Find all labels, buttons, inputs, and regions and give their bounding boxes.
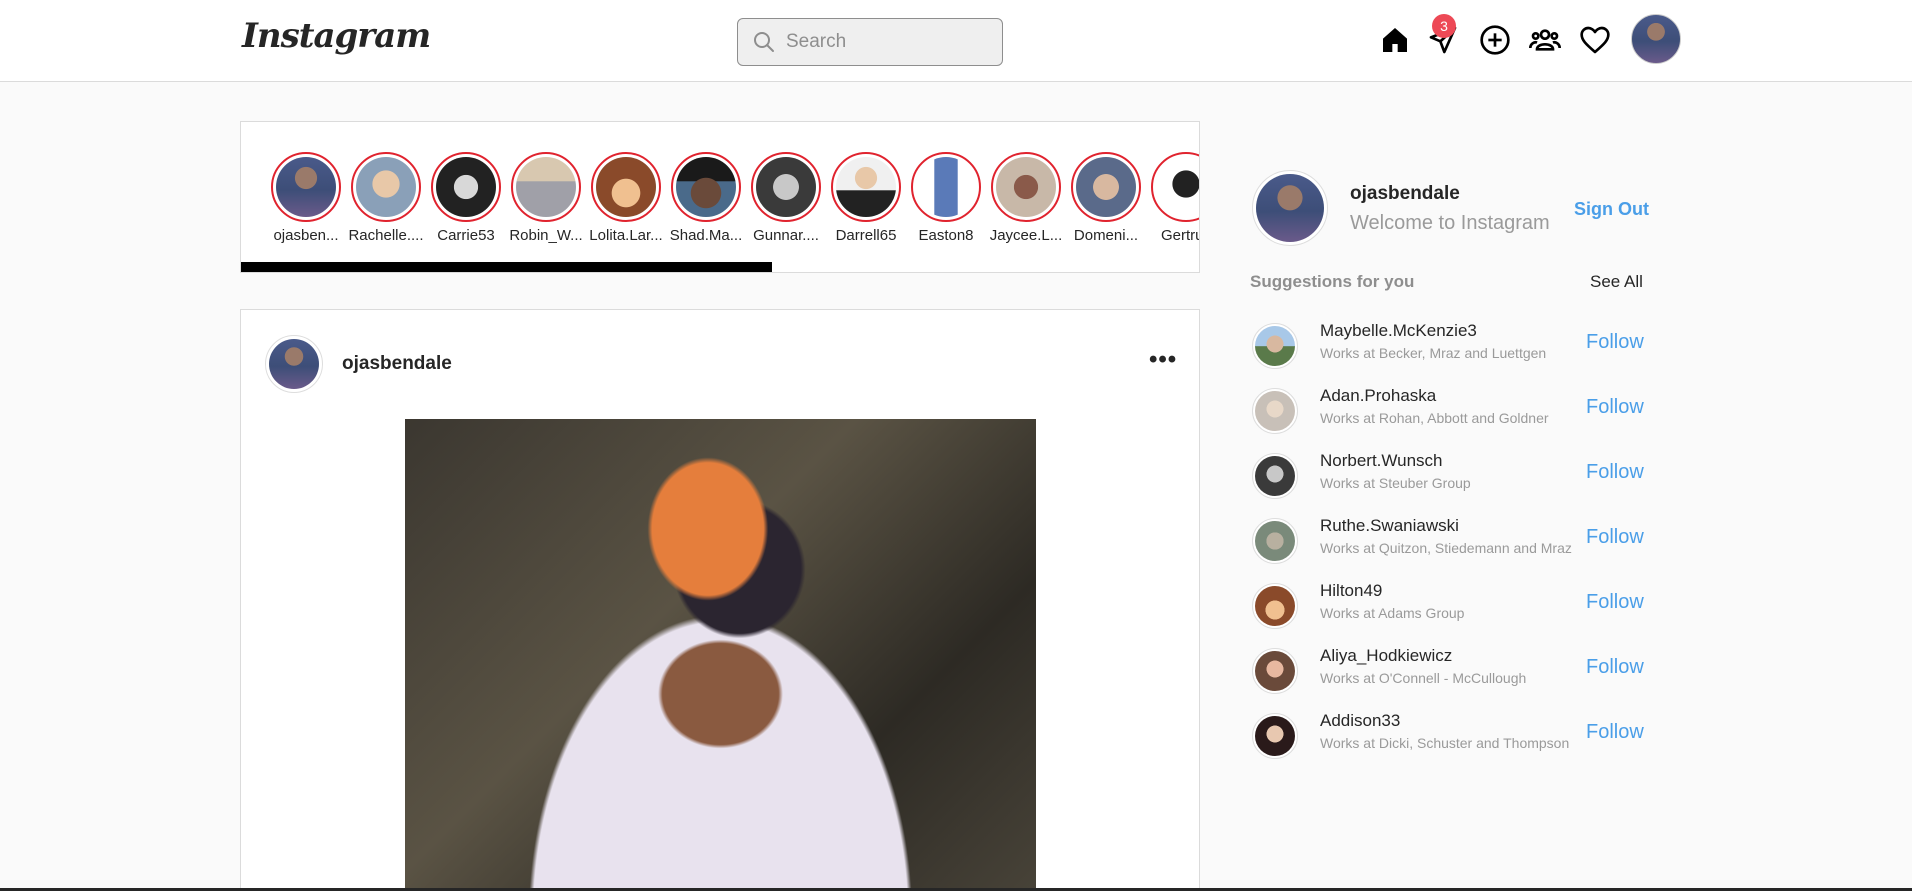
suggestion-avatar[interactable] bbox=[1252, 713, 1298, 759]
stories-scrollbar[interactable] bbox=[241, 262, 772, 272]
story-username: Darrell65 bbox=[835, 227, 897, 244]
suggestion-subtitle: Works at Dicki, Schuster and Thompson bbox=[1320, 735, 1570, 751]
suggestion-avatar[interactable] bbox=[1252, 648, 1298, 694]
suggestion-avatar[interactable] bbox=[1252, 518, 1298, 564]
story-avatar bbox=[756, 157, 816, 217]
suggestion-item: Aliya_Hodkiewicz Works at O'Connell - Mc… bbox=[1252, 646, 1652, 696]
story-avatar bbox=[516, 157, 576, 217]
suggestion-subtitle: Works at Steuber Group bbox=[1320, 475, 1471, 491]
suggestion-item: Hilton49 Works at Adams Group Follow bbox=[1252, 581, 1652, 631]
story-avatar bbox=[1076, 157, 1136, 217]
follow-button[interactable]: Follow bbox=[1586, 721, 1644, 744]
feed-post: ojasbendale ••• bbox=[240, 309, 1200, 891]
suggestion-item: Addison33 Works at Dicki, Schuster and T… bbox=[1252, 711, 1652, 761]
suggestion-username[interactable]: Aliya_Hodkiewicz bbox=[1320, 646, 1452, 666]
story-avatar bbox=[1156, 157, 1199, 217]
suggestions-title: Suggestions for you bbox=[1250, 272, 1415, 291]
instagram-logo[interactable]: Instagram bbox=[242, 16, 431, 56]
story-avatar bbox=[916, 157, 976, 217]
suggestion-avatar[interactable] bbox=[1252, 583, 1298, 629]
story-username: Lolita.Lar... bbox=[589, 227, 663, 244]
story-username: Easton8 bbox=[918, 227, 974, 244]
suggestion-subtitle: Works at Becker, Mraz and Luettgen bbox=[1320, 345, 1547, 361]
search-box[interactable] bbox=[737, 18, 1003, 66]
story-username: Robin_W... bbox=[509, 227, 583, 244]
story-username: ojasben... bbox=[273, 227, 339, 244]
heart-icon[interactable] bbox=[1579, 24, 1611, 56]
current-user-avatar[interactable] bbox=[1252, 170, 1328, 246]
follow-button[interactable]: Follow bbox=[1586, 656, 1644, 679]
suggestion-username[interactable]: Norbert.Wunsch bbox=[1320, 451, 1443, 471]
story-item[interactable]: Shad.Ma... bbox=[669, 152, 743, 244]
suggestion-item: Maybelle.McKenzie3 Works at Becker, Mraz… bbox=[1252, 321, 1652, 371]
suggestion-avatar[interactable] bbox=[1252, 323, 1298, 369]
suggestion-item: Norbert.Wunsch Works at Steuber Group Fo… bbox=[1252, 451, 1652, 501]
suggestion-item: Adan.Prohaska Works at Rohan, Abbott and… bbox=[1252, 386, 1652, 436]
story-avatar bbox=[996, 157, 1056, 217]
suggestion-subtitle: Works at Adams Group bbox=[1320, 605, 1465, 621]
story-item[interactable]: Gertruc bbox=[1149, 152, 1199, 244]
search-input[interactable] bbox=[786, 31, 986, 53]
suggestion-username[interactable]: Ruthe.Swaniawski bbox=[1320, 516, 1459, 536]
follow-button[interactable]: Follow bbox=[1586, 396, 1644, 419]
story-username: Rachelle.... bbox=[348, 227, 424, 244]
follow-button[interactable]: Follow bbox=[1586, 331, 1644, 354]
messages-badge: 3 bbox=[1432, 14, 1456, 38]
follow-button[interactable]: Follow bbox=[1586, 526, 1644, 549]
story-username: Gertruc bbox=[1160, 227, 1199, 244]
profile-avatar[interactable] bbox=[1631, 14, 1681, 64]
home-icon[interactable] bbox=[1379, 24, 1411, 56]
welcome-text: Welcome to Instagram bbox=[1350, 212, 1550, 234]
story-avatar bbox=[356, 157, 416, 217]
suggestion-item: Ruthe.Swaniawski Works at Quitzon, Stied… bbox=[1252, 516, 1652, 566]
current-username[interactable]: ojasbendale bbox=[1350, 183, 1460, 205]
story-avatar bbox=[836, 157, 896, 217]
search-icon bbox=[754, 32, 774, 52]
more-options-icon[interactable]: ••• bbox=[1149, 348, 1177, 372]
sign-out-button[interactable]: Sign Out bbox=[1574, 199, 1649, 220]
story-item[interactable]: Darrell65 bbox=[829, 152, 903, 244]
story-item[interactable]: Carrie53 bbox=[429, 152, 503, 244]
suggestion-username[interactable]: Addison33 bbox=[1320, 711, 1400, 731]
suggestion-subtitle: Works at O'Connell - McCullough bbox=[1320, 670, 1527, 686]
follow-button[interactable]: Follow bbox=[1586, 591, 1644, 614]
suggestion-avatar[interactable] bbox=[1252, 453, 1298, 499]
suggestion-username[interactable]: Hilton49 bbox=[1320, 581, 1382, 601]
story-item[interactable]: ojasben... bbox=[269, 152, 343, 244]
story-item[interactable]: Lolita.Lar... bbox=[589, 152, 663, 244]
story-username: Carrie53 bbox=[437, 227, 495, 244]
suggestion-subtitle: Works at Quitzon, Stiedemann and Mraz bbox=[1320, 540, 1572, 556]
story-item[interactable]: Robin_W... bbox=[509, 152, 583, 244]
new-post-icon[interactable] bbox=[1479, 24, 1511, 56]
story-item[interactable]: Gunnar.... bbox=[749, 152, 823, 244]
top-navbar: Instagram 3 bbox=[0, 0, 1912, 82]
suggestion-avatar[interactable] bbox=[1252, 388, 1298, 434]
suggestion-subtitle: Works at Rohan, Abbott and Goldner bbox=[1320, 410, 1549, 426]
story-avatar bbox=[676, 157, 736, 217]
story-item[interactable]: Domeni... bbox=[1069, 152, 1143, 244]
story-item[interactable]: Rachelle.... bbox=[348, 152, 424, 244]
people-icon[interactable] bbox=[1529, 24, 1561, 56]
suggestion-username[interactable]: Adan.Prohaska bbox=[1320, 386, 1436, 406]
post-image[interactable] bbox=[405, 419, 1036, 891]
stories-tray: ojasben... Rachelle.... Carrie53 Robin_W… bbox=[240, 121, 1200, 273]
story-username: Gunnar.... bbox=[753, 227, 819, 244]
story-username: Jaycee.L... bbox=[989, 227, 1063, 244]
post-author-avatar[interactable] bbox=[265, 335, 323, 393]
post-username[interactable]: ojasbendale bbox=[342, 353, 452, 375]
story-item[interactable]: Jaycee.L... bbox=[989, 152, 1063, 244]
story-avatar bbox=[596, 157, 656, 217]
story-item[interactable]: Easton8 bbox=[909, 152, 983, 244]
story-username: Domeni... bbox=[1073, 227, 1139, 244]
see-all-link[interactable]: See All bbox=[1590, 272, 1643, 292]
suggestion-username[interactable]: Maybelle.McKenzie3 bbox=[1320, 321, 1477, 341]
story-username: Shad.Ma... bbox=[669, 227, 743, 244]
story-avatar bbox=[436, 157, 496, 217]
story-avatar bbox=[276, 157, 336, 217]
follow-button[interactable]: Follow bbox=[1586, 461, 1644, 484]
